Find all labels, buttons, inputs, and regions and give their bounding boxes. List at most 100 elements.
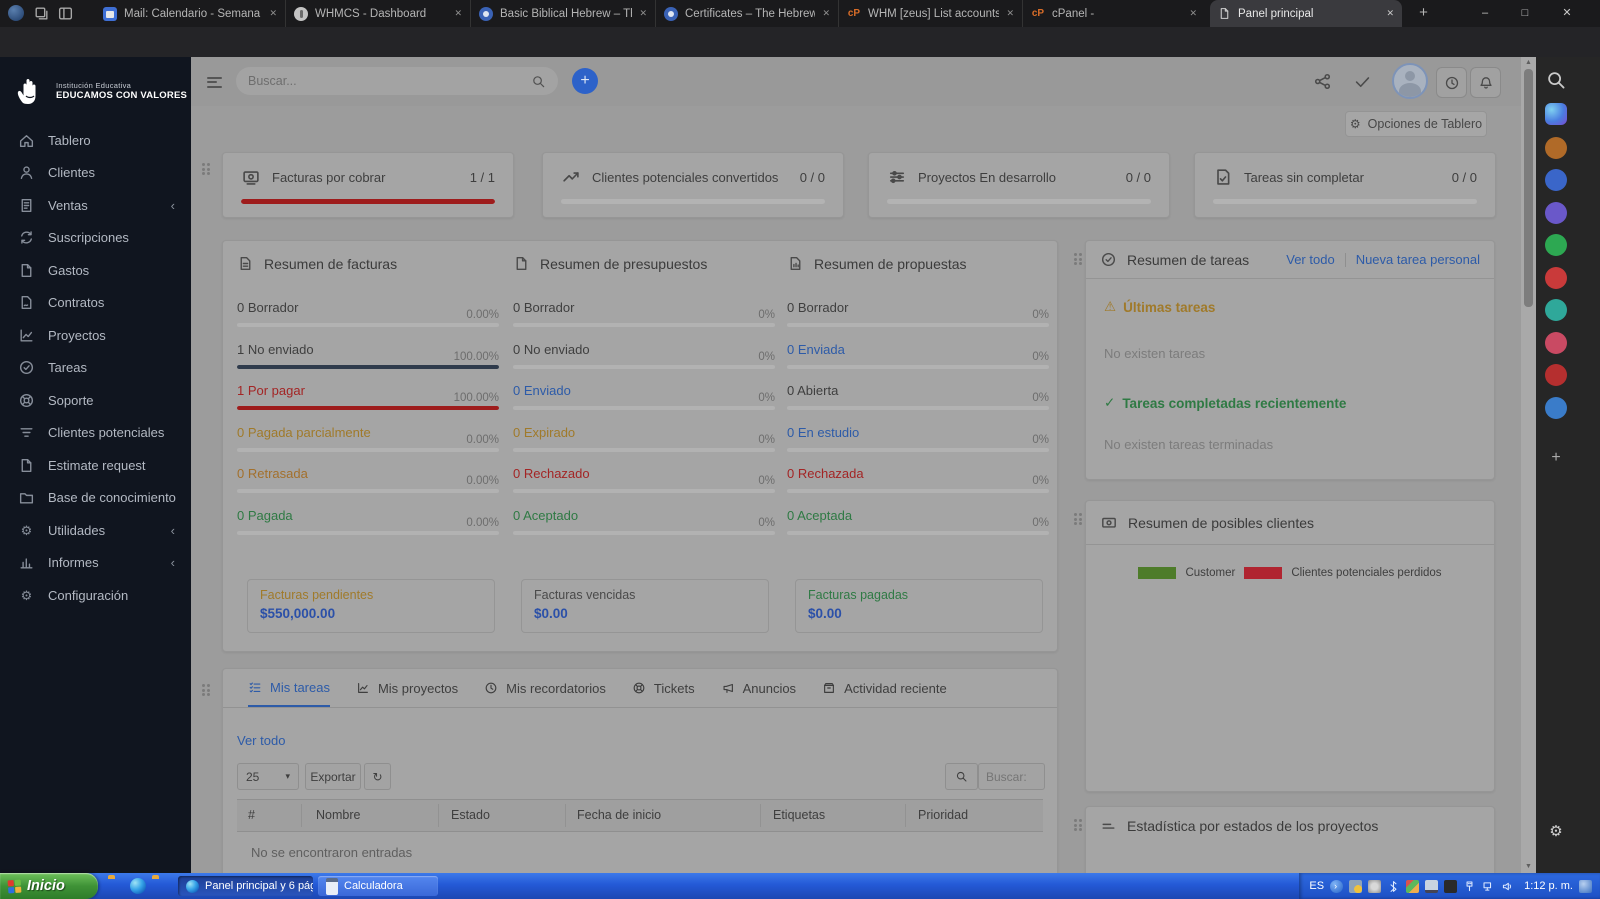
refresh-button[interactable]: ↻	[364, 763, 391, 790]
tab-mis-proyectos[interactable]: Mis proyectos	[356, 669, 458, 707]
summary-row-label[interactable]: 0 Rechazada	[787, 466, 864, 481]
new-tab-button[interactable]: +	[1413, 3, 1434, 24]
summary-row-label[interactable]: 0 En estudio	[787, 425, 859, 440]
tray-app-icon[interactable]	[1444, 879, 1458, 893]
page-scrollbar[interactable]: ▲ ▼	[1521, 57, 1536, 873]
tasks-view-all-link[interactable]: Ver todo	[1286, 252, 1334, 267]
check-icon[interactable]	[1353, 72, 1372, 91]
browser-tab-active[interactable]: Panel principal ✕	[1210, 0, 1402, 27]
sidebar-item-tablero[interactable]: Tablero	[0, 124, 191, 157]
total-amount[interactable]: $0.00	[534, 606, 756, 621]
summary-row-label[interactable]: 0 Abierta	[787, 383, 838, 398]
summary-row-label[interactable]: 1 Por pagar	[237, 383, 305, 398]
tab-close-icon[interactable]: ✕	[269, 8, 277, 19]
window-close-button[interactable]: ✕	[1548, 0, 1586, 27]
stat-card-proyectos-en-desarrollo[interactable]: Proyectos En desarrollo 0 / 0	[868, 152, 1170, 218]
notifications-button[interactable]	[1470, 67, 1501, 98]
summary-row-label[interactable]: 0 Pagada	[237, 508, 293, 523]
widget-drag-handle[interactable]	[202, 163, 211, 177]
share-icon[interactable]	[1313, 72, 1332, 91]
sidebar-item-base-de-conocimiento[interactable]: Base de conocimiento	[0, 482, 191, 515]
tray-volume-icon[interactable]	[1501, 880, 1514, 893]
export-button[interactable]: Exportar	[305, 763, 361, 790]
tab-actividad-reciente[interactable]: Actividad reciente	[822, 669, 947, 707]
tab-mis-recordatorios[interactable]: Mis recordatorios	[484, 669, 606, 707]
new-personal-task-link[interactable]: Nueva tarea personal	[1356, 252, 1480, 267]
browser-tab[interactable]: cP cPanel - ✕	[1022, 0, 1205, 27]
col-fecha[interactable]: Fecha de inicio	[577, 808, 661, 822]
browser-tab[interactable]: WHMCS - Dashboard ✕	[285, 0, 470, 27]
taskbar-window-calculator[interactable]: Calculadora	[318, 876, 438, 896]
tab-close-icon[interactable]: ✕	[1006, 8, 1014, 19]
tab-mis-tareas[interactable]: Mis tareas	[248, 669, 330, 707]
sidebar-item-gastos[interactable]: Gastos	[0, 254, 191, 287]
summary-row-label[interactable]: 0 Aceptada	[787, 508, 852, 523]
sidebar-app-icon[interactable]	[1545, 267, 1567, 289]
vertical-tabs-icon[interactable]	[57, 5, 74, 22]
col-prioridad[interactable]: Prioridad	[918, 808, 968, 822]
col-etiquetas[interactable]: Etiquetas	[773, 808, 825, 822]
scroll-down-icon[interactable]: ▼	[1521, 863, 1536, 870]
tray-cloud-icon[interactable]	[1349, 879, 1363, 893]
summary-row-label[interactable]: 0 Borrador	[237, 300, 298, 315]
total-amount[interactable]: $550,000.00	[260, 606, 482, 621]
dashboard-options-button[interactable]: ⚙ Opciones de Tablero	[1345, 111, 1487, 137]
sidebar-item-estimate-request[interactable]: Estimate request	[0, 449, 191, 482]
sidebar-app-icon[interactable]	[1545, 169, 1567, 191]
window-minimize-button[interactable]: –	[1466, 0, 1504, 27]
col-estado[interactable]: Estado	[451, 808, 490, 822]
quicklaunch-edge-icon[interactable]	[130, 878, 146, 894]
taskbar-window-edge[interactable]: Panel principal y 6 pági...	[178, 876, 313, 896]
sidebar-app-icon[interactable]	[1545, 137, 1567, 159]
sidebar-item-informes[interactable]: Informes ‹	[0, 547, 191, 580]
scroll-up-icon[interactable]: ▲	[1521, 59, 1536, 66]
tab-tickets[interactable]: Tickets	[632, 669, 695, 707]
sidebar-item-ventas[interactable]: Ventas ‹	[0, 189, 191, 222]
sidebar-app-icon[interactable]	[1545, 332, 1567, 354]
sidebar-item-utilidades[interactable]: ⚙ Utilidades ‹	[0, 514, 191, 547]
tray-display-icon[interactable]	[1425, 879, 1439, 893]
summary-row-label[interactable]: 0 No enviado	[513, 342, 590, 357]
tab-groups-icon[interactable]	[33, 5, 50, 22]
timers-button[interactable]	[1436, 67, 1467, 98]
col-num[interactable]: #	[248, 808, 255, 822]
view-all-link[interactable]: Ver todo	[237, 733, 285, 748]
table-search-button[interactable]	[945, 763, 978, 790]
sidebar-app-icon[interactable]	[1545, 234, 1567, 256]
widget-drag-handle[interactable]	[1074, 819, 1083, 833]
page-size-select[interactable]: 25 ▾	[237, 763, 299, 790]
browser-tab[interactable]: cP WHM [zeus] List accounts whe ✕	[838, 0, 1022, 27]
sidebar-item-tareas[interactable]: Tareas	[0, 352, 191, 385]
global-search-input[interactable]: Buscar...	[236, 67, 558, 95]
sidebar-app-icon[interactable]	[1545, 397, 1567, 419]
hidden-icons-button[interactable]: ›	[1330, 879, 1344, 893]
sidebar-item-suscripciones[interactable]: Suscripciones	[0, 222, 191, 255]
tray-browser-icon[interactable]	[1579, 879, 1592, 893]
widget-drag-handle[interactable]	[1074, 253, 1083, 267]
summary-row-label[interactable]: 0 Retrasada	[237, 466, 308, 481]
sidebar-app-icon[interactable]	[1545, 364, 1567, 386]
summary-row-label[interactable]: 0 Enviado	[513, 383, 571, 398]
tray-usb-icon[interactable]	[1463, 880, 1476, 893]
browser-tab[interactable]: Mail: Calendario - Semana del ✕	[95, 0, 285, 27]
tab-anuncios[interactable]: Anuncios	[721, 669, 796, 707]
start-button[interactable]: Inicio	[0, 873, 98, 899]
summary-row-label[interactable]: 0 Rechazado	[513, 466, 590, 481]
browser-profile-icon[interactable]	[8, 5, 25, 22]
total-amount[interactable]: $0.00	[808, 606, 1030, 621]
legend-swatch-customer[interactable]	[1138, 567, 1177, 579]
tray-gear-icon[interactable]	[1368, 879, 1382, 893]
summary-row-label[interactable]: 0 Borrador	[787, 300, 848, 315]
add-sidebar-app-icon[interactable]: +	[1545, 447, 1567, 469]
sidebar-search-icon[interactable]	[1545, 69, 1567, 91]
scrollbar-thumb[interactable]	[1524, 69, 1533, 307]
sidebar-item-contratos[interactable]: Contratos	[0, 287, 191, 320]
menu-toggle-icon[interactable]	[207, 74, 223, 90]
tab-close-icon[interactable]: ✕	[822, 8, 830, 19]
sidebar-item-configuracion[interactable]: ⚙ Configuración	[0, 579, 191, 612]
stat-card-tareas-sin-completar[interactable]: Tareas sin completar 0 / 0	[1194, 152, 1496, 218]
summary-row-label[interactable]: 0 Pagada parcialmente	[237, 425, 371, 440]
tab-close-icon[interactable]: ✕	[454, 8, 462, 19]
tab-close-icon[interactable]: ✕	[1386, 8, 1394, 19]
legend-swatch-lost[interactable]	[1244, 567, 1283, 579]
